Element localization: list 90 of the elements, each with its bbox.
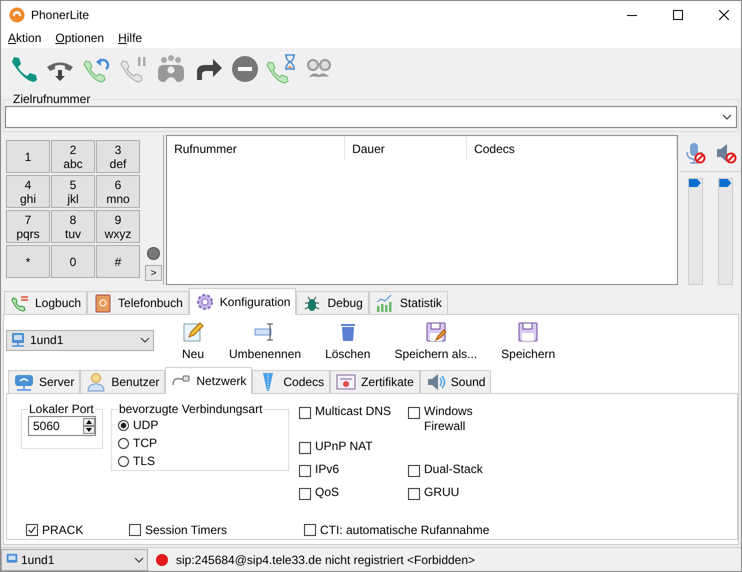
group-label: bevorzugte Verbindungsart: [118, 402, 264, 416]
speaker-icon: [426, 372, 446, 392]
checkbox-label: Dual-Stack: [424, 462, 483, 478]
gear-icon: [194, 292, 215, 312]
profile-combobox[interactable]: 1und1: [6, 330, 154, 351]
radio-label: UDP: [133, 418, 158, 432]
window-title: PhonerLite: [31, 8, 90, 22]
checkbox[interactable]: [299, 465, 311, 478]
tab[interactable]: Logbuch: [4, 291, 88, 314]
checkbox[interactable]: [299, 488, 311, 500]
checkbox[interactable]: [299, 442, 311, 454]
status-led: [147, 247, 160, 260]
radio-button[interactable]: [118, 438, 129, 449]
port-spinbox[interactable]: 5060: [28, 416, 96, 436]
checkbox-label: GRUU: [424, 485, 460, 500]
keypad-key[interactable]: 0: [51, 245, 95, 278]
floppy-pencil-icon: [424, 320, 448, 344]
close-icon[interactable]: [719, 10, 729, 20]
profile-combobox[interactable]: 1und1: [1, 548, 148, 571]
chevron-down-icon[interactable]: [722, 114, 732, 120]
user-icon: [86, 372, 106, 392]
group-label: Lokaler Port: [28, 402, 95, 416]
server-icon: [14, 372, 34, 392]
microphone-icon[interactable]: [684, 142, 706, 164]
keypad-key[interactable]: 4 ghi: [6, 175, 50, 208]
tab[interactable]: Sound: [420, 370, 492, 394]
radio-button[interactable]: [118, 420, 129, 431]
tab[interactable]: Zertifikate: [330, 370, 420, 394]
destination-combobox[interactable]: [5, 106, 737, 128]
certificate-icon: [336, 372, 356, 392]
tab[interactable]: Codecs: [252, 370, 330, 394]
network-computer-icon: [10, 332, 26, 348]
keypad-key[interactable]: 2 abc: [51, 140, 95, 174]
maximize-icon[interactable]: [673, 10, 683, 20]
keypad-key[interactable]: 8 tuv: [51, 210, 95, 244]
menu-item[interactable]: Aktion: [8, 31, 42, 46]
checkbox-label: UPnP NAT: [315, 439, 373, 454]
checkbox-label: Windows Firewall: [424, 404, 474, 434]
column-header[interactable]: Rufnummer: [167, 136, 346, 160]
keypad-key[interactable]: *: [6, 245, 50, 278]
radio-button[interactable]: [118, 456, 129, 467]
keypad-key[interactable]: #: [96, 245, 140, 278]
toolbar-button[interactable]: Umbenennen: [222, 320, 308, 361]
checkbox[interactable]: [304, 524, 316, 536]
checkbox[interactable]: [129, 524, 141, 536]
toolbar-button[interactable]: Löschen: [318, 320, 378, 361]
checkbox-label: Multicast DNS: [315, 404, 392, 420]
field-label: Zielrufnummer: [12, 92, 92, 106]
phone-hourglass-icon[interactable]: [266, 52, 298, 85]
keypad-key[interactable]: 9 wxyz: [96, 210, 140, 244]
checkbox[interactable]: [408, 407, 420, 420]
tab[interactable]: Benutzer: [80, 370, 166, 394]
checkbox[interactable]: [299, 407, 311, 420]
toolbar-button[interactable]: Speichern als...: [387, 320, 484, 361]
tab[interactable]: Konfiguration: [188, 288, 296, 316]
column-header[interactable]: Codecs: [467, 136, 678, 160]
radio-label: TLS: [133, 454, 156, 468]
checkbox[interactable]: [408, 465, 420, 478]
toolbar-button[interactable]: Neu: [174, 320, 212, 361]
checkbox-label: CTI: automatische Rufannahme: [320, 523, 490, 538]
checkbox-label: PRACK: [42, 523, 84, 538]
keypad-key[interactable]: 7 pqrs: [6, 210, 50, 244]
tab[interactable]: Debug: [296, 291, 369, 314]
column-header[interactable]: Dauer: [345, 136, 468, 160]
menu-item[interactable]: Hilfe: [118, 31, 142, 46]
tab[interactable]: Statistik: [368, 291, 448, 314]
keypad-key[interactable]: 6 mno: [96, 175, 140, 208]
checkbox-label: IPv6: [315, 462, 340, 478]
volume-slider[interactable]: [688, 178, 703, 286]
tab[interactable]: Netzwerk: [165, 367, 252, 394]
tab[interactable]: Telefonbuch: [87, 291, 189, 314]
toolbar-button[interactable]: Speichern: [494, 320, 562, 361]
chevron-down-icon[interactable]: [134, 556, 144, 563]
volume-slider[interactable]: [718, 178, 734, 286]
keypad-key[interactable]: 1: [6, 140, 50, 174]
radio-label: TCP: [133, 436, 157, 450]
keypad-key[interactable]: 5 jkl: [51, 175, 95, 208]
expand-button[interactable]: >: [145, 265, 162, 282]
checkbox-label: Session Timers: [145, 523, 228, 538]
menu-item[interactable]: Optionen: [55, 31, 104, 46]
status-message: sip:245684@sip4.tele33.de nicht registriert <Forbidden>: [176, 552, 476, 567]
checkbox[interactable]: [408, 488, 420, 500]
checkbox[interactable]: [26, 524, 38, 536]
checkbox-label: QoS: [315, 485, 340, 500]
app-logo-icon: [9, 6, 25, 23]
speaker-icon[interactable]: [714, 142, 737, 164]
chevron-down-icon[interactable]: [140, 337, 150, 344]
tab[interactable]: Server: [8, 370, 80, 394]
pencil-icon: [181, 320, 205, 344]
keypad-key[interactable]: 3 def: [96, 140, 140, 174]
